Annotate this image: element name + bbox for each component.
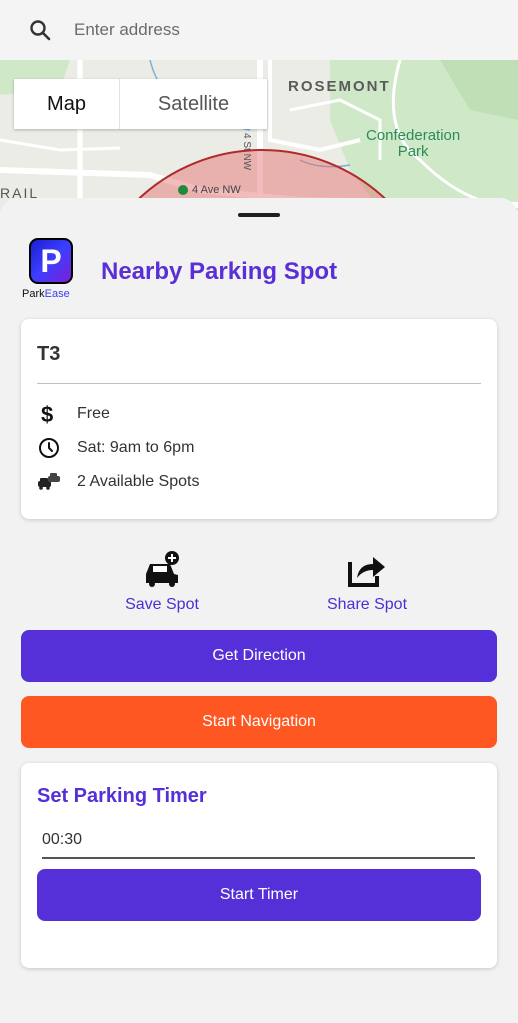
map-label-street: 4 Ave NW xyxy=(192,184,241,196)
map-label-street-sw: 4 St NW xyxy=(241,133,252,171)
sheet-drag-handle[interactable] xyxy=(238,213,280,217)
hours-row: Sat: 9am to 6pm xyxy=(37,436,194,460)
brand-name-part2: Ease xyxy=(44,288,70,300)
get-direction-button[interactable]: Get Direction xyxy=(21,630,497,682)
brand-name-part1: Park xyxy=(22,288,45,300)
parking-timer-card: Set Parking Timer 00:30 Start Timer xyxy=(21,763,497,968)
clock-icon xyxy=(37,436,61,460)
map-type-map-button[interactable]: Map xyxy=(14,79,120,129)
hours-text: Sat: 9am to 6pm xyxy=(77,439,195,456)
car-add-icon xyxy=(107,548,217,588)
dollar-icon: $ xyxy=(37,402,61,426)
map-type-toggle[interactable]: Map Satellite xyxy=(14,79,267,129)
price-row: $ Free xyxy=(37,402,110,426)
price-text: Free xyxy=(77,405,110,422)
page-title: Nearby Parking Spot xyxy=(101,258,338,285)
brand-logo: P ParkEase xyxy=(22,238,88,300)
bottom-sheet: P ParkEase Nearby Parking Spot T3 $ Free… xyxy=(0,198,518,1023)
start-timer-button[interactable]: Start Timer xyxy=(37,869,481,921)
search-icon xyxy=(30,20,51,41)
search-input[interactable]: Enter address xyxy=(74,20,180,40)
map-view[interactable]: Enter address ROSEMONT Confederation Par… xyxy=(0,0,518,230)
timer-heading: Set Parking Timer xyxy=(37,785,207,807)
timer-input[interactable]: 00:30 xyxy=(42,827,475,859)
start-navigation-button[interactable]: Start Navigation xyxy=(21,696,497,748)
share-icon xyxy=(312,548,422,588)
brand-name: ParkEase xyxy=(22,288,88,300)
availability-text: 2 Available Spots xyxy=(77,473,200,490)
cars-icon xyxy=(37,470,61,494)
availability-row: 2 Available Spots xyxy=(37,470,199,494)
map-type-satellite-button[interactable]: Satellite xyxy=(120,79,267,129)
share-spot-label: Share Spot xyxy=(326,596,408,613)
spot-name: T3 xyxy=(37,343,61,365)
divider xyxy=(37,383,481,384)
parkease-logo-icon: P xyxy=(29,238,73,284)
svg-text:$: $ xyxy=(41,402,53,426)
map-label-confederation-park: Confederation Park xyxy=(366,127,461,160)
map-label-rosemont: ROSEMONT xyxy=(288,78,391,95)
share-spot-button[interactable]: Share Spot xyxy=(312,548,422,614)
save-spot-label: Save Spot xyxy=(125,596,199,613)
search-bar[interactable]: Enter address xyxy=(0,0,518,60)
save-spot-button[interactable]: Save Spot xyxy=(107,548,217,614)
parking-spot-card: T3 $ Free Sat: 9am to 6pm 2 Available Sp… xyxy=(21,319,497,519)
